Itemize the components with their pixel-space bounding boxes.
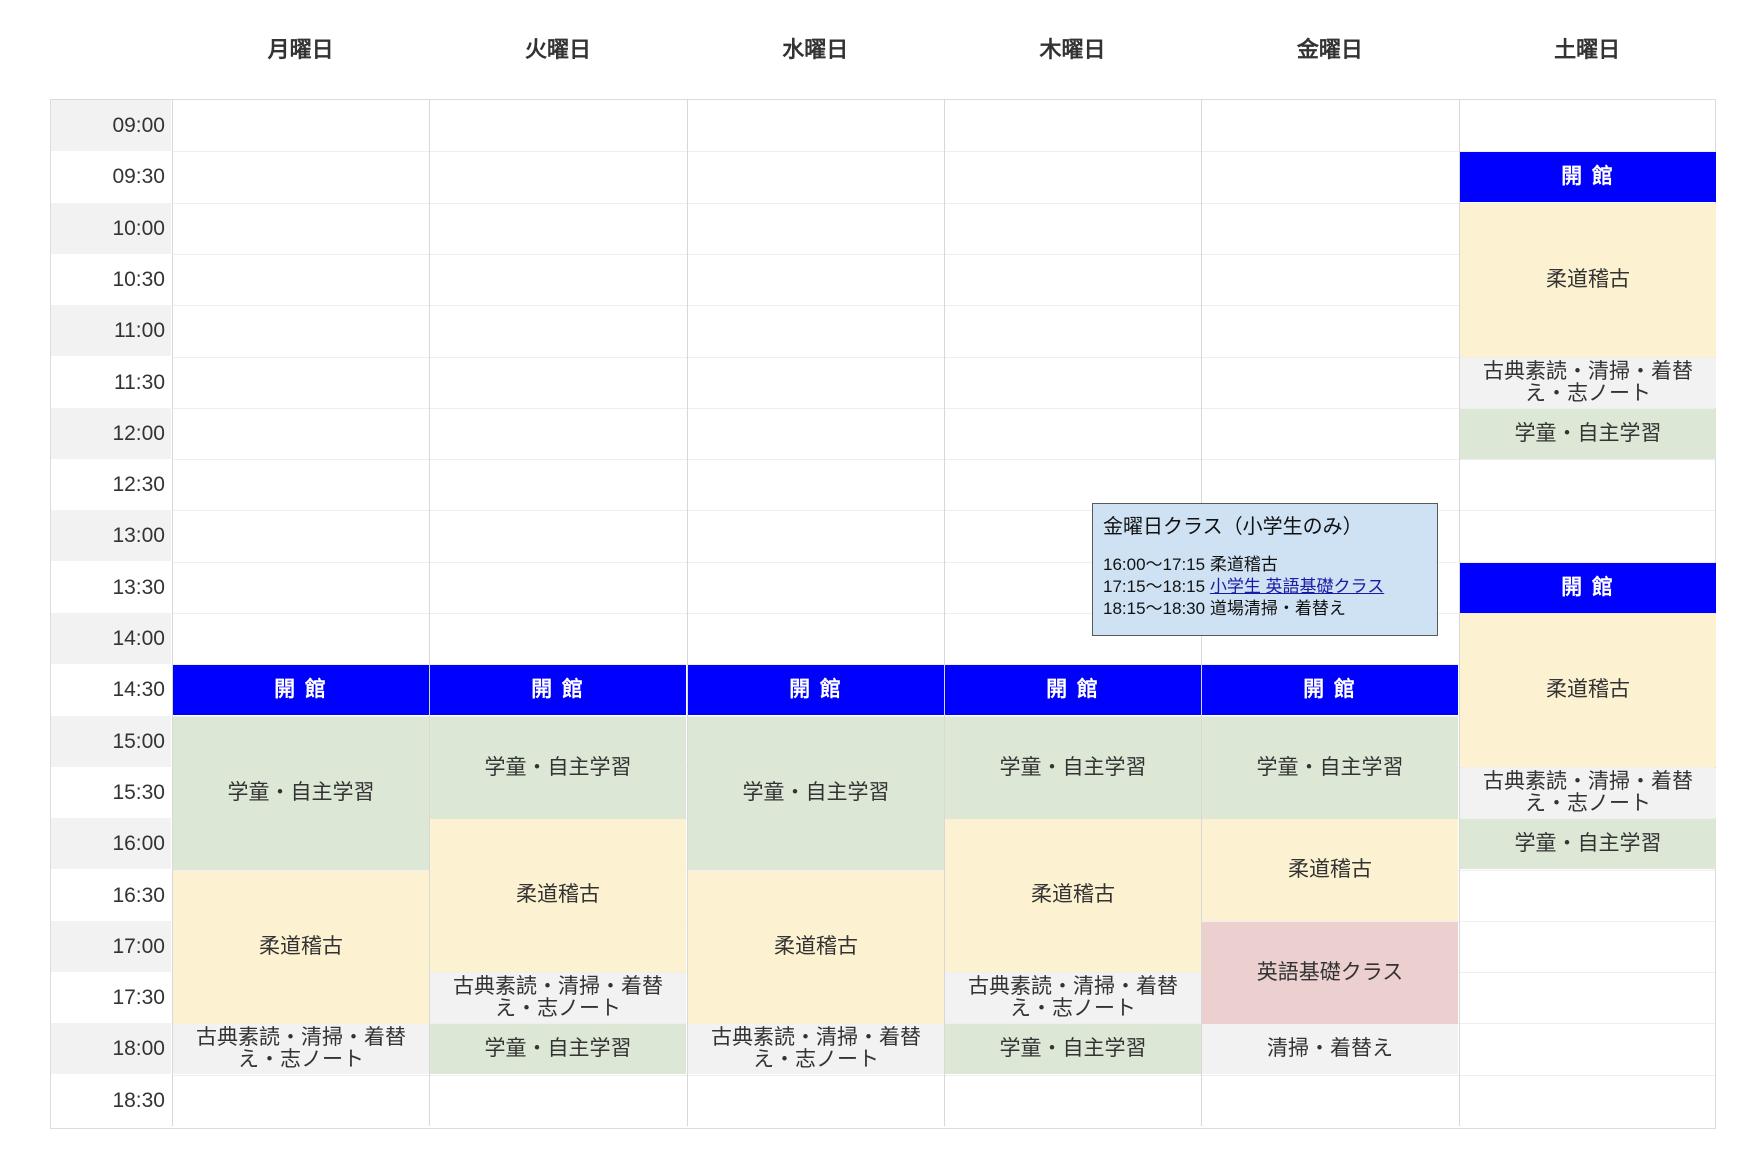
tooltip-text: 柔道稽古: [1209, 555, 1278, 574]
tooltip-title: 金曜日クラス（小学生のみ）: [1103, 516, 1363, 538]
time-label: 12:30: [112, 473, 165, 496]
event-block-judo[interactable]: 柔道稽古: [945, 819, 1201, 972]
time-label: 09:30: [112, 165, 165, 188]
timetable: 月曜日 火曜日 水曜日 木曜日 金曜日 土曜日 09:00 09:30 10:00 10:30 1…: [0, 0, 1760, 1164]
event-block-clean[interactable]: 清掃・着替え: [1202, 1024, 1458, 1074]
event-block-classic[interactable]: 古典素読・清掃・着替え・志ノート: [1460, 358, 1716, 408]
event-block-judo[interactable]: 柔道稽古: [1202, 819, 1458, 921]
tooltip-link-english-class[interactable]: 小学生 英語基礎クラス: [1210, 577, 1384, 596]
time-label: 16:00: [51, 818, 171, 869]
event-block-classic[interactable]: 古典素読・清掃・着替え・志ノート: [688, 1024, 944, 1074]
event-block-classic[interactable]: 古典素読・清掃・着替え・志ノート: [430, 973, 686, 1023]
event-open[interactable]: 開 館: [173, 665, 429, 715]
event-block-study[interactable]: 学童・自主学習: [945, 717, 1201, 819]
time-label: 17:30: [112, 986, 165, 1009]
time-label: 18:00: [51, 1023, 171, 1074]
time-label: 12:00: [51, 408, 171, 459]
time-label: 15:30: [112, 781, 165, 804]
day-header: 木曜日: [1039, 37, 1106, 62]
event-block-study[interactable]: 学童・自主学習: [688, 717, 944, 870]
event-block-judo[interactable]: 柔道稽古: [688, 871, 944, 1024]
time-label: 10:30: [112, 268, 165, 291]
time-label: 11:30: [114, 371, 165, 394]
day-header: 土曜日: [1554, 37, 1621, 62]
time-label: 13:00: [51, 510, 171, 561]
event-block-judo[interactable]: 柔道稽古: [430, 819, 686, 972]
time-label: 16:30: [112, 884, 165, 907]
time-label: 11:00: [51, 305, 171, 356]
tooltip-line: 18:15〜18:30 道場清掃・着替え: [1103, 598, 1427, 620]
event-open[interactable]: 開 館: [1460, 563, 1716, 613]
day-header: 火曜日: [524, 37, 591, 62]
event-block-english[interactable]: 英語基礎クラス: [1202, 922, 1458, 1024]
event-open[interactable]: 開 館: [688, 665, 944, 715]
event-tooltip: 金曜日クラス（小学生のみ） 16:00〜17:15 柔道稽古 17:15〜18:…: [1092, 503, 1438, 636]
tooltip-time: 17:15〜18:15: [1103, 577, 1206, 597]
event-block-classic[interactable]: 古典素読・清掃・着替え・志ノート: [173, 1024, 429, 1074]
tooltip-text: 道場清掃・着替え: [1209, 599, 1346, 619]
event-block-study[interactable]: 学童・自主学習: [1460, 409, 1716, 459]
day-header: 金曜日: [1296, 37, 1363, 62]
time-label: 13:30: [112, 576, 165, 599]
time-label: 18:30: [112, 1089, 165, 1112]
event-block-study[interactable]: 学童・自主学習: [173, 717, 429, 870]
event-block-judo[interactable]: 柔道稽古: [1460, 614, 1716, 767]
time-label: 17:00: [51, 921, 171, 972]
event-block-judo[interactable]: 柔道稽古: [173, 871, 429, 1024]
tooltip-time: 18:15〜18:30: [1103, 599, 1206, 619]
event-open[interactable]: 開 館: [430, 665, 686, 715]
event-block-study[interactable]: 学童・自主学習: [945, 1024, 1201, 1074]
tooltip-time: 16:00〜17:15: [1103, 555, 1206, 574]
time-label: 09:00: [51, 100, 171, 151]
event-open[interactable]: 開 館: [1460, 152, 1716, 202]
event-block-study[interactable]: 学童・自主学習: [430, 717, 686, 819]
day-header: 水曜日: [782, 37, 849, 62]
time-label: 10:00: [51, 203, 171, 254]
event-block-study[interactable]: 学童・自主学習: [430, 1024, 686, 1074]
tooltip-line: 17:15〜18:15 小学生 英語基礎クラス: [1103, 576, 1427, 598]
time-label: 15:00: [51, 716, 171, 767]
event-block-judo[interactable]: 柔道稽古: [1460, 204, 1716, 357]
time-label: 14:00: [51, 613, 171, 664]
event-open[interactable]: 開 館: [1202, 665, 1458, 715]
event-block-study[interactable]: 学童・自主学習: [1202, 717, 1458, 819]
event-block-classic[interactable]: 古典素読・清掃・着替え・志ノート: [1460, 768, 1716, 818]
tooltip-line: 16:00〜17:15 柔道稽古: [1103, 554, 1427, 576]
day-header: 月曜日: [267, 37, 334, 62]
event-block-classic[interactable]: 古典素読・清掃・着替え・志ノート: [945, 973, 1201, 1023]
event-open[interactable]: 開 館: [945, 665, 1201, 715]
event-block-study[interactable]: 学童・自主学習: [1460, 819, 1716, 869]
time-label: 14:30: [112, 678, 165, 701]
